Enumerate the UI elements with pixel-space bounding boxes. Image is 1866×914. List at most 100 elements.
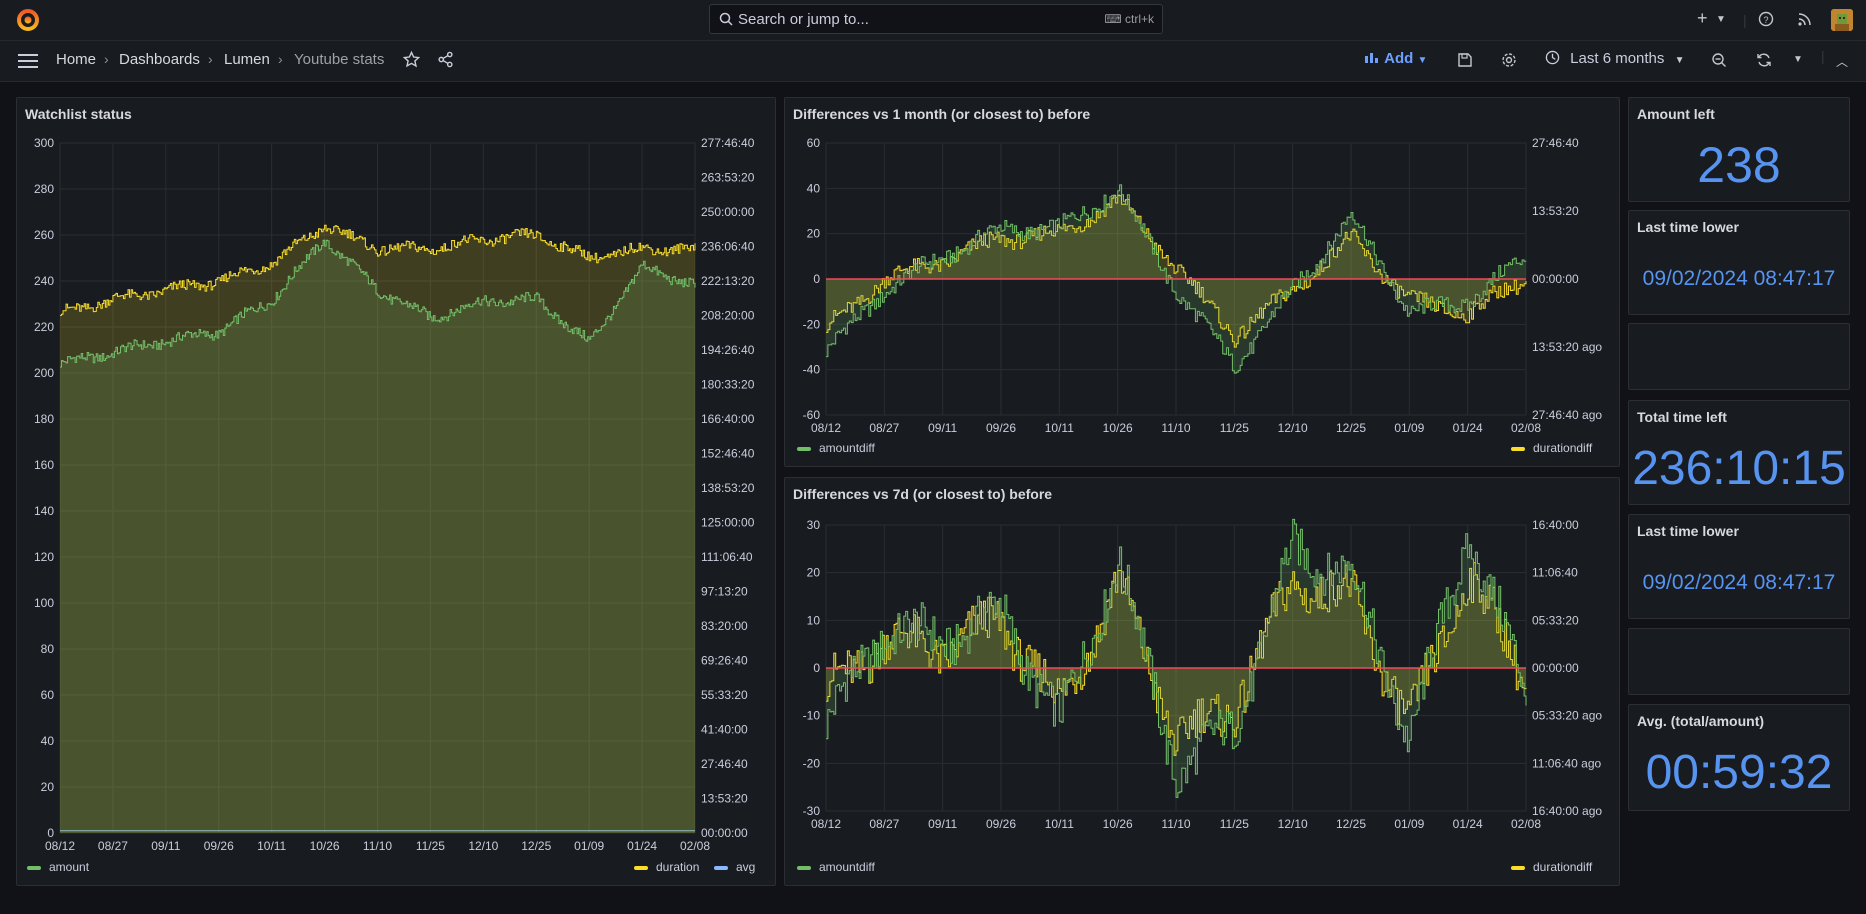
stat-value: 09/02/2024 08:47:17 xyxy=(1642,267,1836,290)
panel-title: Last time lower xyxy=(1637,219,1739,235)
news-rss-icon[interactable] xyxy=(1797,11,1813,27)
star-icon[interactable] xyxy=(403,51,420,68)
y2-tick-label: 13:53:20 xyxy=(701,792,748,806)
x-tick-label: 08/12 xyxy=(45,839,75,853)
legend-item-duration[interactable]: duration xyxy=(634,860,699,874)
time-range-picker[interactable]: Last 6 months ▼ xyxy=(1545,50,1684,67)
x-tick-label: 01/09 xyxy=(574,839,604,853)
y-tick-label: 40 xyxy=(807,181,821,195)
stat-panel-last-time-lower[interactable]: Last time lower 09/02/2024 08:47:17 xyxy=(1628,210,1850,315)
legend-label: amountdiff xyxy=(819,860,875,874)
x-tick-label: 02/08 xyxy=(1511,421,1541,435)
refresh-icon[interactable] xyxy=(1756,52,1772,68)
stat-panel-amount-left[interactable]: Amount left 238 xyxy=(1628,97,1850,202)
x-tick-label: 01/24 xyxy=(1453,421,1483,435)
legend-item-amount[interactable]: amount xyxy=(27,860,89,874)
y-tick-label: 220 xyxy=(34,320,54,334)
x-tick-label: 12/10 xyxy=(1278,421,1308,435)
stat-panel-empty[interactable] xyxy=(1628,628,1850,695)
menu-icon[interactable] xyxy=(18,53,38,69)
breadcrumb-folder[interactable]: Lumen xyxy=(224,51,270,68)
legend-swatch xyxy=(797,865,811,870)
y2-tick-label: 263:53:20 xyxy=(701,171,755,185)
legend-item-amountdiff[interactable]: amountdiff xyxy=(797,860,875,874)
x-tick-label: 12/25 xyxy=(521,839,551,853)
chevron-right-icon: › xyxy=(278,51,283,67)
stat-value: 238 xyxy=(1697,137,1781,193)
chevron-down-icon: ▼ xyxy=(1417,55,1428,66)
search-icon xyxy=(719,12,733,26)
legend-item-avg[interactable]: avg xyxy=(714,860,755,874)
panel-title: Total time left xyxy=(1637,409,1727,425)
stat-panel-last-time-lower[interactable]: Last time lower 09/02/2024 08:47:17 xyxy=(1628,514,1850,619)
save-icon[interactable] xyxy=(1457,52,1473,68)
x-tick-label: 01/09 xyxy=(1394,421,1424,435)
user-avatar[interactable] xyxy=(1831,9,1853,31)
legend-swatch xyxy=(714,865,728,870)
legend-swatch xyxy=(1511,446,1525,451)
y2-tick-label: 277:46:40 xyxy=(701,136,755,150)
x-tick-label: 09/11 xyxy=(928,817,957,831)
stat-panel-empty[interactable] xyxy=(1628,323,1850,390)
stat-panel-total-time-left[interactable]: Total time left 236:10:15 xyxy=(1628,400,1850,505)
chevron-down-icon[interactable]: ▼ xyxy=(1793,54,1803,65)
x-tick-label: 09/11 xyxy=(151,839,180,853)
diff-month-chart[interactable]: 60 40 20 0 -20 -40 -60 27:46:40 13:53:20 00:00:00… xyxy=(785,122,1619,462)
breadcrumb-dashboards[interactable]: Dashboards xyxy=(119,51,200,68)
y2-tick-label: 55:33:20 xyxy=(701,688,748,702)
x-tick-label: 10/11 xyxy=(1045,817,1074,831)
add-button[interactable]: Add ▼ xyxy=(1364,50,1427,67)
legend-label: durationdiff xyxy=(1533,441,1593,455)
chevron-up-icon[interactable]: ︿ xyxy=(1836,53,1848,70)
diff-month-panel[interactable]: Differences vs 1 month (or closest to) b… xyxy=(784,97,1620,467)
y-tick-label: 20 xyxy=(807,227,821,241)
y2-tick-label: 83:20:00 xyxy=(701,619,748,633)
settings-gear-icon[interactable] xyxy=(1501,52,1517,68)
watchlist-chart[interactable]: 3002802602402202001801601401201008060402… xyxy=(17,122,775,882)
help-icon[interactable]: ? xyxy=(1758,11,1774,27)
chevron-down-icon[interactable]: ▼ xyxy=(1716,11,1726,29)
y-tick-label: 80 xyxy=(41,642,55,656)
x-tick-label: 09/26 xyxy=(204,839,234,853)
divider: | xyxy=(1821,48,1825,64)
y-tick-label: -40 xyxy=(803,363,821,377)
y-tick-label: 0 xyxy=(813,661,820,675)
x-tick-label: 12/25 xyxy=(1336,421,1366,435)
y2-tick-label: 194:26:40 xyxy=(701,343,755,357)
x-tick-label: 01/24 xyxy=(1453,817,1483,831)
legend-label: durationdiff xyxy=(1533,860,1593,874)
share-icon[interactable] xyxy=(437,51,454,68)
stat-panel-avg[interactable]: Avg. (total/amount) 00:59:32 xyxy=(1628,704,1850,811)
y2-tick-label: 152:46:40 xyxy=(701,447,755,461)
legend-item-durationdiff[interactable]: durationdiff xyxy=(1511,441,1592,455)
y-tick-label: 180 xyxy=(34,412,54,426)
y2-tick-label: 05:33:20 xyxy=(1532,613,1579,627)
y2-tick-label: 00:00:00 xyxy=(701,826,748,840)
diff-week-panel[interactable]: Differences vs 7d (or closest to) before… xyxy=(784,477,1620,886)
clock-icon xyxy=(1545,50,1560,65)
y-tick-label: 280 xyxy=(34,182,54,196)
y2-tick-label: 166:40:00 xyxy=(701,412,755,426)
search-bar[interactable]: Search or jump to... ⌨ ctrl+k xyxy=(709,4,1163,34)
x-tick-label: 12/25 xyxy=(1336,817,1366,831)
breadcrumb-home[interactable]: Home xyxy=(56,51,96,68)
y-tick-label: 100 xyxy=(34,596,54,610)
panel-title: Watchlist status xyxy=(25,106,132,122)
zoom-out-icon[interactable] xyxy=(1711,52,1727,68)
y-tick-label: 260 xyxy=(34,228,54,242)
y2-tick-label: 138:53:20 xyxy=(701,481,755,495)
x-tick-label: 10/26 xyxy=(310,839,340,853)
legend-item-durationdiff[interactable]: durationdiff xyxy=(1511,860,1592,874)
legend-item-amountdiff[interactable]: amountdiff xyxy=(797,441,875,455)
grafana-logo[interactable] xyxy=(16,8,40,32)
y-tick-label: -30 xyxy=(803,804,821,818)
new-plus-icon[interactable]: + xyxy=(1697,9,1708,27)
y2-tick-label: 208:20:00 xyxy=(701,309,755,323)
legend-label: avg xyxy=(736,860,756,874)
y-tick-label: 200 xyxy=(34,366,54,380)
panel-title: Last time lower xyxy=(1637,523,1739,539)
watchlist-panel[interactable]: Watchlist status 300 280 260 240 220 200 180 16… xyxy=(16,97,776,886)
x-tick-label: 10/26 xyxy=(1103,421,1133,435)
diff-week-chart[interactable]: 30 20 10 0 -10 -20 -30 16:40:00 11:06:40 05:33:20… xyxy=(785,502,1619,882)
y-tick-label: 0 xyxy=(47,826,54,840)
